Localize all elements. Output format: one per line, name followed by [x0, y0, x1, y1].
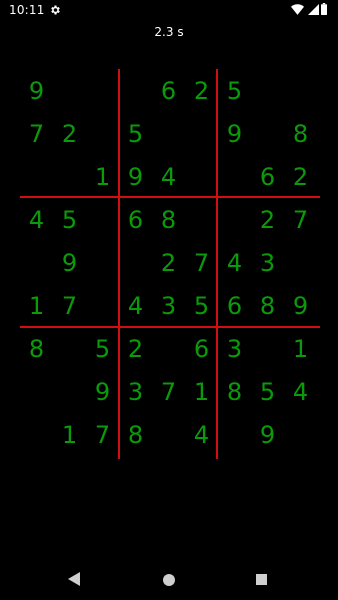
sudoku-cell[interactable] [152, 112, 185, 155]
sudoku-cell[interactable]: 4 [152, 155, 185, 198]
sudoku-cell[interactable] [119, 241, 152, 284]
sudoku-cell[interactable]: 6 [251, 155, 284, 198]
sudoku-cell[interactable]: 2 [119, 327, 152, 370]
sudoku-cell[interactable] [20, 155, 53, 198]
cell-signal-icon [308, 4, 319, 15]
sudoku-cell[interactable] [86, 198, 119, 241]
sudoku-cell[interactable]: 7 [53, 284, 86, 327]
sudoku-cell[interactable]: 3 [218, 327, 251, 370]
sudoku-cell[interactable]: 1 [53, 413, 86, 456]
sudoku-cell[interactable] [218, 198, 251, 241]
settings-gear-icon [51, 5, 60, 15]
sudoku-cell[interactable] [152, 327, 185, 370]
sudoku-cell[interactable] [20, 413, 53, 456]
sudoku-cell[interactable] [185, 198, 218, 241]
sudoku-cell[interactable]: 7 [86, 413, 119, 456]
sudoku-board[interactable]: 9625725981946245682792743174356898526319… [20, 69, 320, 459]
sudoku-cell[interactable]: 3 [251, 241, 284, 284]
sudoku-cell[interactable]: 9 [119, 155, 152, 198]
sudoku-cell[interactable]: 9 [218, 112, 251, 155]
sudoku-cell[interactable]: 5 [86, 327, 119, 370]
sudoku-cell[interactable]: 1 [284, 327, 317, 370]
sudoku-cell[interactable]: 8 [152, 198, 185, 241]
sudoku-cell[interactable] [185, 112, 218, 155]
sudoku-cell[interactable]: 5 [251, 370, 284, 413]
wifi-icon [291, 4, 304, 15]
sudoku-cell[interactable]: 1 [20, 284, 53, 327]
sudoku-cell[interactable]: 3 [119, 370, 152, 413]
sudoku-cell[interactable]: 8 [20, 327, 53, 370]
sudoku-cell[interactable]: 6 [119, 198, 152, 241]
sudoku-cell[interactable] [86, 112, 119, 155]
status-bar: 10:11 [0, 0, 338, 22]
recents-square-icon[interactable] [256, 574, 267, 585]
sudoku-cell[interactable] [218, 413, 251, 456]
sudoku-cell[interactable]: 9 [20, 69, 53, 112]
sudoku-cell[interactable]: 5 [185, 284, 218, 327]
sudoku-cell[interactable]: 9 [86, 370, 119, 413]
sudoku-cell[interactable]: 7 [152, 370, 185, 413]
sudoku-cell[interactable] [185, 155, 218, 198]
sudoku-cell[interactable]: 4 [284, 370, 317, 413]
sudoku-cell[interactable] [251, 112, 284, 155]
sudoku-cell[interactable] [284, 241, 317, 284]
sudoku-cell[interactable]: 7 [185, 241, 218, 284]
sudoku-cell[interactable]: 2 [53, 112, 86, 155]
sudoku-cell[interactable]: 4 [119, 284, 152, 327]
sudoku-cell[interactable]: 8 [119, 413, 152, 456]
sudoku-cell[interactable]: 2 [152, 241, 185, 284]
sudoku-cell[interactable]: 2 [185, 69, 218, 112]
sudoku-cell[interactable] [20, 370, 53, 413]
sudoku-cell[interactable]: 9 [251, 413, 284, 456]
sudoku-cell[interactable]: 5 [218, 69, 251, 112]
sudoku-cell[interactable] [86, 241, 119, 284]
sudoku-cell[interactable]: 5 [119, 112, 152, 155]
sudoku-cell[interactable]: 1 [185, 370, 218, 413]
sudoku-cell[interactable]: 2 [284, 155, 317, 198]
sudoku-cell[interactable] [152, 413, 185, 456]
sudoku-cell[interactable]: 4 [20, 198, 53, 241]
sudoku-cell[interactable]: 8 [284, 112, 317, 155]
back-triangle-icon[interactable] [68, 572, 80, 586]
sudoku-cell[interactable] [218, 155, 251, 198]
sudoku-cell[interactable]: 6 [218, 284, 251, 327]
sudoku-cell[interactable]: 5 [53, 198, 86, 241]
sudoku-cell[interactable] [284, 413, 317, 456]
sudoku-cell[interactable]: 7 [20, 112, 53, 155]
sudoku-cell[interactable] [119, 69, 152, 112]
sudoku-cell[interactable] [251, 327, 284, 370]
sudoku-cell[interactable] [53, 327, 86, 370]
sudoku-cell[interactable] [86, 69, 119, 112]
sudoku-cell[interactable]: 4 [218, 241, 251, 284]
sudoku-cell[interactable] [20, 241, 53, 284]
timer-display: 2.3 s [154, 25, 184, 39]
sudoku-cell[interactable]: 6 [185, 327, 218, 370]
sudoku-cell[interactable] [53, 69, 86, 112]
sudoku-cell[interactable]: 3 [152, 284, 185, 327]
status-time: 10:11 [9, 3, 45, 17]
sudoku-cell[interactable] [284, 69, 317, 112]
sudoku-cell[interactable]: 4 [185, 413, 218, 456]
sudoku-cell[interactable]: 8 [218, 370, 251, 413]
sudoku-cell[interactable] [86, 284, 119, 327]
sudoku-cell[interactable]: 1 [86, 155, 119, 198]
sudoku-cell[interactable] [251, 69, 284, 112]
sudoku-cell[interactable] [53, 155, 86, 198]
sudoku-cell[interactable]: 9 [53, 241, 86, 284]
sudoku-cell[interactable]: 6 [152, 69, 185, 112]
sudoku-cell[interactable]: 8 [251, 284, 284, 327]
home-circle-icon[interactable] [163, 574, 175, 586]
battery-icon [321, 3, 327, 15]
sudoku-cell[interactable]: 9 [284, 284, 317, 327]
sudoku-cell[interactable] [53, 370, 86, 413]
sudoku-cell[interactable]: 2 [251, 198, 284, 241]
sudoku-cell[interactable]: 7 [284, 198, 317, 241]
